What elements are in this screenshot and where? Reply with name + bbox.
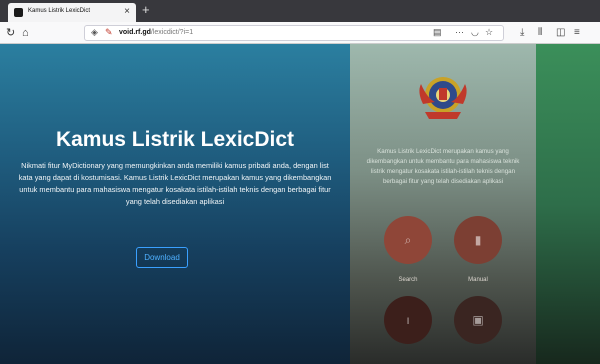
hero-title: Kamus Listrik LexicDict <box>55 128 295 151</box>
manual-menu-button[interactable]: ▮ <box>454 216 502 264</box>
hero-section: Kamus Listrik LexicDict Nikmati fitur My… <box>0 44 350 364</box>
favicon-icon <box>14 8 23 17</box>
search-icon: ⌕ <box>404 233 412 247</box>
video-icon: ▣ <box>472 313 484 327</box>
sidebar-icon[interactable]: ◫ <box>556 26 565 40</box>
pocket-icon[interactable]: ◡ <box>471 27 479 38</box>
page-actions-icon[interactable]: ··· <box>455 27 464 37</box>
book-icon: ▮ <box>474 233 482 247</box>
tab-bar: Kamus Listrik LexicDict × + <box>0 0 600 22</box>
manual-menu-label: Manual <box>468 277 488 283</box>
reload-icon[interactable]: ↻ <box>6 26 15 40</box>
new-tab-icon[interactable]: + <box>142 3 150 17</box>
address-bar[interactable]: ◈ ✎ void.rf.gd/lexicdict/?i=1 ▤ ··· ◡ ☆ <box>84 25 504 41</box>
feature-panel: Kamus Listrik LexicDict merupakan kamus … <box>350 44 536 364</box>
side-strip <box>536 44 600 364</box>
home-icon[interactable]: ⌂ <box>22 26 29 40</box>
insecure-lock-icon[interactable]: ✎ <box>105 27 113 38</box>
url-path: /lexicdict/?i=1 <box>150 29 194 36</box>
download-button[interactable]: Download <box>136 247 188 268</box>
info-icon: ı <box>406 313 410 327</box>
menu-icon[interactable]: ≡ <box>574 26 580 40</box>
reader-view-icon[interactable]: ▤ <box>433 27 442 38</box>
tracking-shield-icon[interactable]: ◈ <box>91 27 98 38</box>
info-menu-button[interactable]: ı <box>384 296 432 344</box>
tab-title: Kamus Listrik LexicDict <box>28 8 91 14</box>
url-text[interactable]: void.rf.gd/lexicdict/?i=1 <box>119 29 193 36</box>
navigation-bar: ↻ ⌂ ◈ ✎ void.rf.gd/lexicdict/?i=1 ▤ ··· … <box>0 22 600 44</box>
downloads-icon[interactable]: ⤓ <box>520 26 524 40</box>
hero-description: Nikmati fitur MyDictionary yang memungki… <box>18 161 332 206</box>
browser-tab[interactable]: Kamus Listrik LexicDict × <box>8 3 136 22</box>
search-menu-button[interactable]: ⌕ <box>384 216 432 264</box>
tab-close-icon[interactable]: × <box>124 6 130 18</box>
university-logo-icon <box>419 77 467 119</box>
page-content: Kamus Listrik LexicDict Nikmati fitur My… <box>0 44 600 364</box>
panel-description: Kamus Listrik LexicDict merupakan kamus … <box>366 148 520 185</box>
url-host: void.rf.gd <box>119 29 151 36</box>
bookmark-star-icon[interactable]: ☆ <box>485 27 493 38</box>
search-menu-label: Search <box>398 277 418 283</box>
video-menu-button[interactable]: ▣ <box>454 296 502 344</box>
library-icon[interactable]: ⫴ <box>538 26 542 40</box>
